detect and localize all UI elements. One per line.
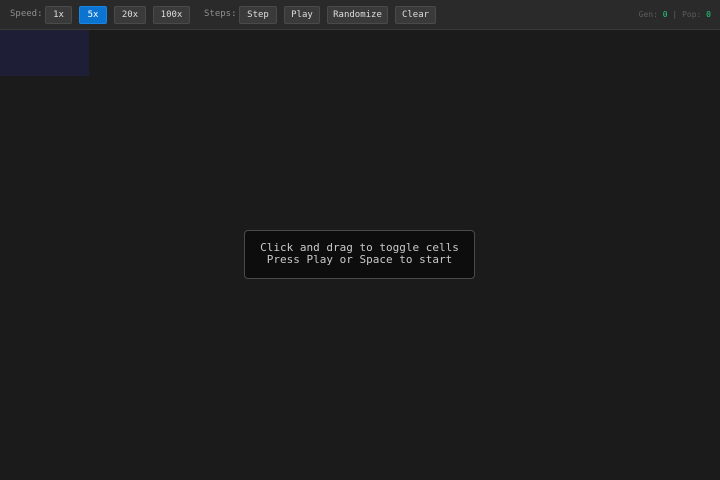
speed-100x-button[interactable]: 100x [153,6,190,24]
cell-grid-canvas[interactable]: Click and drag to toggle cells Press Pla… [0,30,720,480]
speed-5x-button[interactable]: 5x [79,6,107,24]
randomize-button[interactable]: Randomize [327,6,388,24]
stats-separator: | [672,10,678,19]
population-label: Pop: [682,10,702,19]
generation-value: 0 [662,10,668,19]
stats-readout: Gen: 0 | Pop: 0 [639,0,711,29]
population-value: 0 [706,10,711,19]
clear-button[interactable]: Clear [395,6,436,24]
instructions-overlay: Click and drag to toggle cells Press Pla… [244,230,475,279]
play-button[interactable]: Play [284,6,320,24]
steps-label: Steps: [204,9,237,19]
speed-20x-button[interactable]: 20x [114,6,146,24]
speed-label: Speed: [10,9,43,19]
highlighted-cell-region [0,30,89,76]
generation-label: Gen: [638,10,658,19]
speed-1x-button[interactable]: 1x [45,6,72,24]
step-button[interactable]: Step [239,6,277,24]
toolbar: Speed: 1x 5x 20x 100x Steps: Step Play R… [0,0,720,30]
instructions-line-2: Press Play or Space to start [266,253,453,266]
